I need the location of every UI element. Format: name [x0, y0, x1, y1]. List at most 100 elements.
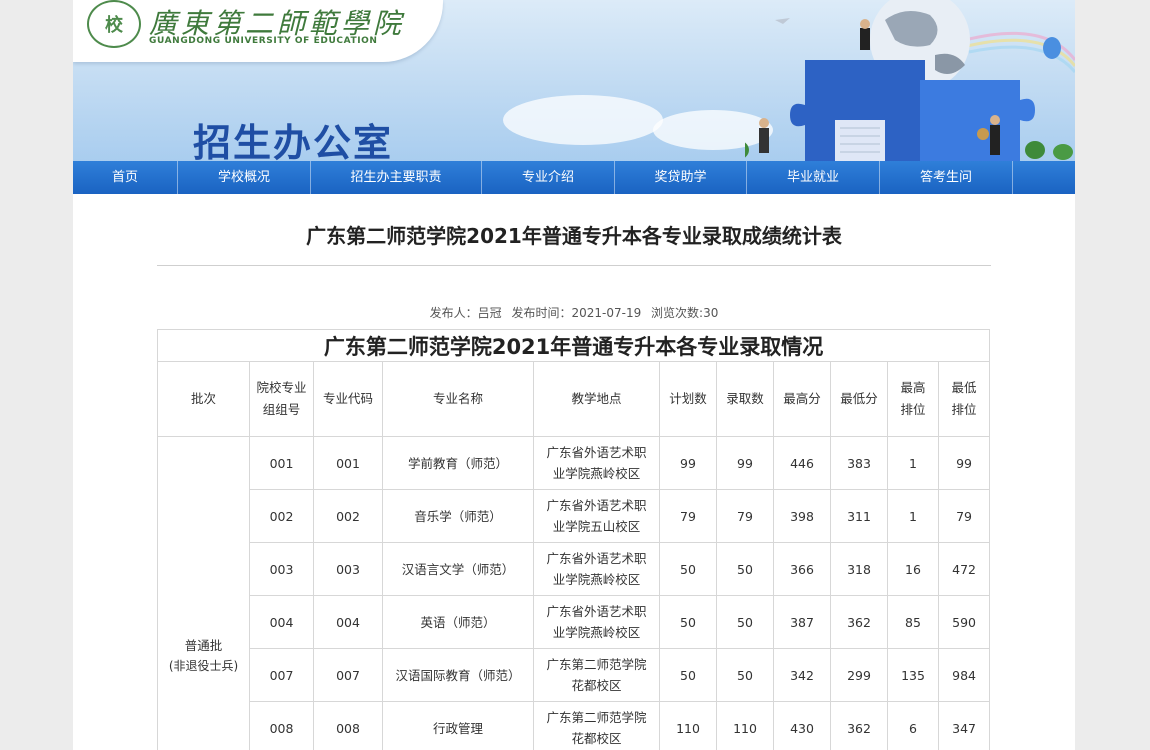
nav-employment[interactable]: 毕业就业 [747, 161, 880, 194]
cell-code: 003 [313, 542, 383, 596]
nav-office-duties[interactable]: 招生办主要职责 [311, 161, 482, 194]
table-header-row: 批次 院校专业组组号 专业代码 专业名称 教学地点 计划数 录取数 最高分 最低… [157, 361, 991, 437]
cell-min-score: 318 [830, 542, 888, 596]
logo-english-name: GUANGDONG UNIVERSITY OF EDUCATION [149, 36, 378, 46]
publisher: 发布人：吕冠 [429, 306, 502, 320]
cell-location: 广东省外语艺术职业学院燕岭校区 [533, 436, 660, 490]
cell-major: 汉语言文学（师范） [382, 542, 534, 596]
cell-location: 广东第二师范学院花都校区 [533, 701, 660, 750]
table-row: 003 003 汉语言文学（师范） 广东省外语艺术职业学院燕岭校区 50 50 … [158, 542, 991, 596]
cell-plan: 99 [659, 436, 717, 490]
logo-area[interactable]: 校 廣東第二師範學院 GUANGDONG UNIVERSITY OF EDUCA… [73, 0, 443, 62]
admission-table: 广东第二师范学院2021年普通专升本各专业录取情况 批次 院校专业组组号 专业代… [156, 329, 991, 750]
header-code: 专业代码 [313, 361, 383, 437]
office-title: 招生办公室 [193, 121, 394, 161]
header-group: 院校专业组组号 [249, 361, 314, 437]
cell-group: 003 [249, 542, 314, 596]
puzzle-globe-illustration [745, 0, 1075, 161]
cell-max-score: 342 [773, 648, 831, 702]
article-title: 广东第二师范学院2021年普通专升本各专业录取成绩统计表 [306, 224, 842, 248]
cell-max-score: 430 [773, 701, 831, 750]
batch-name: 普通批 [184, 637, 223, 653]
table-row: 002 002 音乐学（师范） 广东省外语艺术职业学院五山校区 79 79 39… [158, 489, 991, 543]
publish-time: 发布时间：2021-07-19 [511, 306, 642, 320]
header-min-rank: 最低排位 [937, 361, 991, 437]
title-divider [157, 265, 991, 266]
view-count: 浏览次数:30 [651, 306, 719, 320]
school-seal-icon: 校 [87, 0, 141, 48]
cell-max-score: 398 [773, 489, 831, 543]
cell-min-rank: 472 [937, 542, 991, 596]
cell-location: 广东第二师范学院花都校区 [533, 648, 660, 702]
cell-admitted: 50 [716, 648, 774, 702]
nav-faq[interactable]: 答考生问 [880, 161, 1013, 194]
nav-financial-aid[interactable]: 奖贷助学 [615, 161, 747, 194]
header-batch: 批次 [157, 361, 250, 437]
cloud-decoration [503, 95, 663, 145]
cell-max-rank: 1 [887, 489, 939, 543]
header-major: 专业名称 [382, 361, 534, 437]
cell-group: 007 [249, 648, 314, 702]
cell-plan: 50 [659, 648, 717, 702]
header-max-rank: 最高排位 [887, 361, 939, 437]
cell-max-score: 366 [773, 542, 831, 596]
cell-min-score: 299 [830, 648, 888, 702]
cell-min-rank: 347 [937, 701, 991, 750]
cell-min-rank: 984 [937, 648, 991, 702]
header-admitted: 录取数 [716, 361, 774, 437]
header-group-label: 院校专业组组号 [256, 380, 307, 417]
cell-admitted: 50 [716, 542, 774, 596]
cell-major: 行政管理 [382, 701, 534, 750]
cell-min-rank: 99 [937, 436, 991, 490]
cell-max-rank: 6 [887, 701, 939, 750]
cell-plan: 50 [659, 595, 717, 649]
cell-min-score: 362 [830, 595, 888, 649]
cell-max-score: 446 [773, 436, 831, 490]
header-max-score: 最高分 [773, 361, 831, 437]
cell-min-score: 383 [830, 436, 888, 490]
cell-group: 008 [249, 701, 314, 750]
page: 校 廣東第二師範學院 GUANGDONG UNIVERSITY OF EDUCA… [73, 0, 1075, 750]
cell-min-score: 362 [830, 701, 888, 750]
header-location: 教学地点 [533, 361, 660, 437]
cell-group: 001 [249, 436, 314, 490]
cell-min-rank: 79 [937, 489, 991, 543]
cell-code: 004 [313, 595, 383, 649]
article-meta: 发布人：吕冠 发布时间：2021-07-19 浏览次数:30 [73, 304, 1075, 320]
cell-major: 英语（师范） [382, 595, 534, 649]
cell-admitted: 50 [716, 595, 774, 649]
cell-location: 广东省外语艺术职业学院五山校区 [533, 489, 660, 543]
nav-school-overview[interactable]: 学校概况 [178, 161, 311, 194]
cell-admitted: 110 [716, 701, 774, 750]
cell-max-rank: 1 [887, 436, 939, 490]
header-plan: 计划数 [659, 361, 717, 437]
cell-plan: 79 [659, 489, 717, 543]
table-title: 广东第二师范学院2021年普通专升本各专业录取情况 [156, 329, 991, 362]
cell-location: 广东省外语艺术职业学院燕岭校区 [533, 595, 660, 649]
header-banner: 校 廣東第二師範學院 GUANGDONG UNIVERSITY OF EDUCA… [73, 0, 1075, 161]
cell-major: 学前教育（师范） [382, 436, 534, 490]
cell-plan: 50 [659, 542, 717, 596]
cell-max-rank: 135 [887, 648, 939, 702]
cell-major: 音乐学（师范） [382, 489, 534, 543]
cell-max-score: 387 [773, 595, 831, 649]
cell-code: 007 [313, 648, 383, 702]
cell-max-rank: 16 [887, 542, 939, 596]
cell-admitted: 99 [716, 436, 774, 490]
nav-home[interactable]: 首页 [73, 161, 178, 194]
cell-min-score: 311 [830, 489, 888, 543]
cell-code: 008 [313, 701, 383, 750]
table-row: 004 004 英语（师范） 广东省外语艺术职业学院燕岭校区 50 50 387… [158, 595, 991, 649]
table-row: 008 008 行政管理 广东第二师范学院花都校区 110 110 430 36… [158, 701, 991, 750]
cell-code: 002 [313, 489, 383, 543]
cell-min-rank: 590 [937, 595, 991, 649]
batch-cell: 普通批 (非退役士兵) [157, 436, 250, 750]
cell-group: 004 [249, 595, 314, 649]
cell-major: 汉语国际教育（师范） [382, 648, 534, 702]
table-row: 007 007 汉语国际教育（师范） 广东第二师范学院花都校区 50 50 34… [158, 648, 991, 702]
cell-admitted: 79 [716, 489, 774, 543]
table-row: 普通批 (非退役士兵) 001 001 学前教育（师范） 广东省外语艺术职业学院… [157, 436, 991, 750]
cell-group: 002 [249, 489, 314, 543]
nav-majors[interactable]: 专业介绍 [482, 161, 615, 194]
cell-plan: 110 [659, 701, 717, 750]
